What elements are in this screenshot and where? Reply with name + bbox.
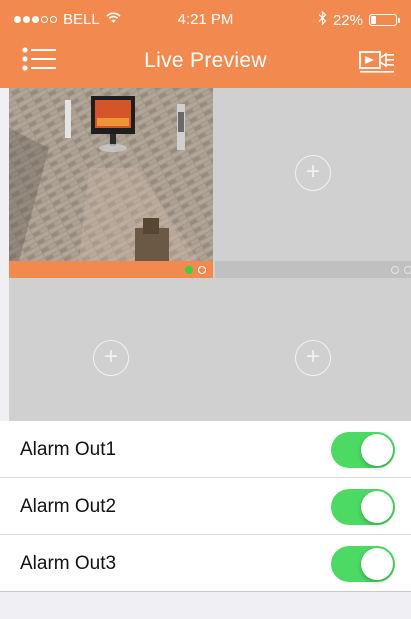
app-header: BELL 4:21 PM 22% Live Preview bbox=[0, 0, 411, 88]
alarm-row-3: Alarm Out3 bbox=[0, 535, 411, 592]
plus-circle-icon[interactable]: + bbox=[295, 340, 331, 376]
alarm-label: Alarm Out1 bbox=[20, 439, 117, 460]
plus-circle-icon[interactable]: + bbox=[93, 340, 129, 376]
record-status-dot bbox=[198, 266, 206, 274]
alarm-label: Alarm Out2 bbox=[20, 496, 117, 517]
alarm-output-list: Alarm Out1 Alarm Out2 Alarm Out3 bbox=[0, 421, 411, 592]
toggle-knob bbox=[361, 491, 393, 523]
alarm-row-1: Alarm Out1 bbox=[0, 421, 411, 478]
live-preview-grid: + + + bbox=[9, 88, 411, 421]
video-playback-button[interactable] bbox=[359, 47, 395, 75]
channel-2-status-bar bbox=[215, 261, 411, 278]
alarm-row-2: Alarm Out2 bbox=[0, 478, 411, 535]
camera-slot-2[interactable]: + bbox=[215, 88, 411, 278]
live-status-dot bbox=[185, 266, 193, 274]
status-bar: BELL 4:21 PM 22% bbox=[0, 0, 411, 36]
page-title: Live Preview bbox=[144, 49, 267, 72]
alarm-out-3-toggle[interactable] bbox=[331, 546, 395, 582]
camera-snapshot bbox=[9, 88, 213, 261]
alarm-out-2-toggle[interactable] bbox=[331, 489, 395, 525]
record-status-dot bbox=[404, 266, 411, 274]
channel-1-status-bar bbox=[9, 261, 213, 278]
status-right: 22% bbox=[318, 10, 400, 29]
alarm-out-1-toggle[interactable] bbox=[331, 432, 395, 468]
microphone-status-icon bbox=[391, 266, 399, 274]
battery-level bbox=[371, 16, 376, 24]
camera-feed-channel-1[interactable] bbox=[9, 88, 213, 278]
camera-slot-3[interactable]: + bbox=[9, 280, 213, 421]
toggle-knob bbox=[361, 434, 393, 466]
nav-bar: Live Preview bbox=[0, 36, 411, 88]
battery-percent: 22% bbox=[332, 11, 363, 29]
toggle-knob bbox=[361, 548, 393, 580]
video-playback-icon bbox=[359, 51, 394, 73]
alarm-label: Alarm Out3 bbox=[20, 553, 117, 574]
bluetooth-icon bbox=[318, 10, 327, 29]
plus-circle-icon[interactable]: + bbox=[295, 155, 331, 191]
battery-icon bbox=[369, 14, 400, 26]
camera-slot-4[interactable]: + bbox=[215, 280, 411, 421]
